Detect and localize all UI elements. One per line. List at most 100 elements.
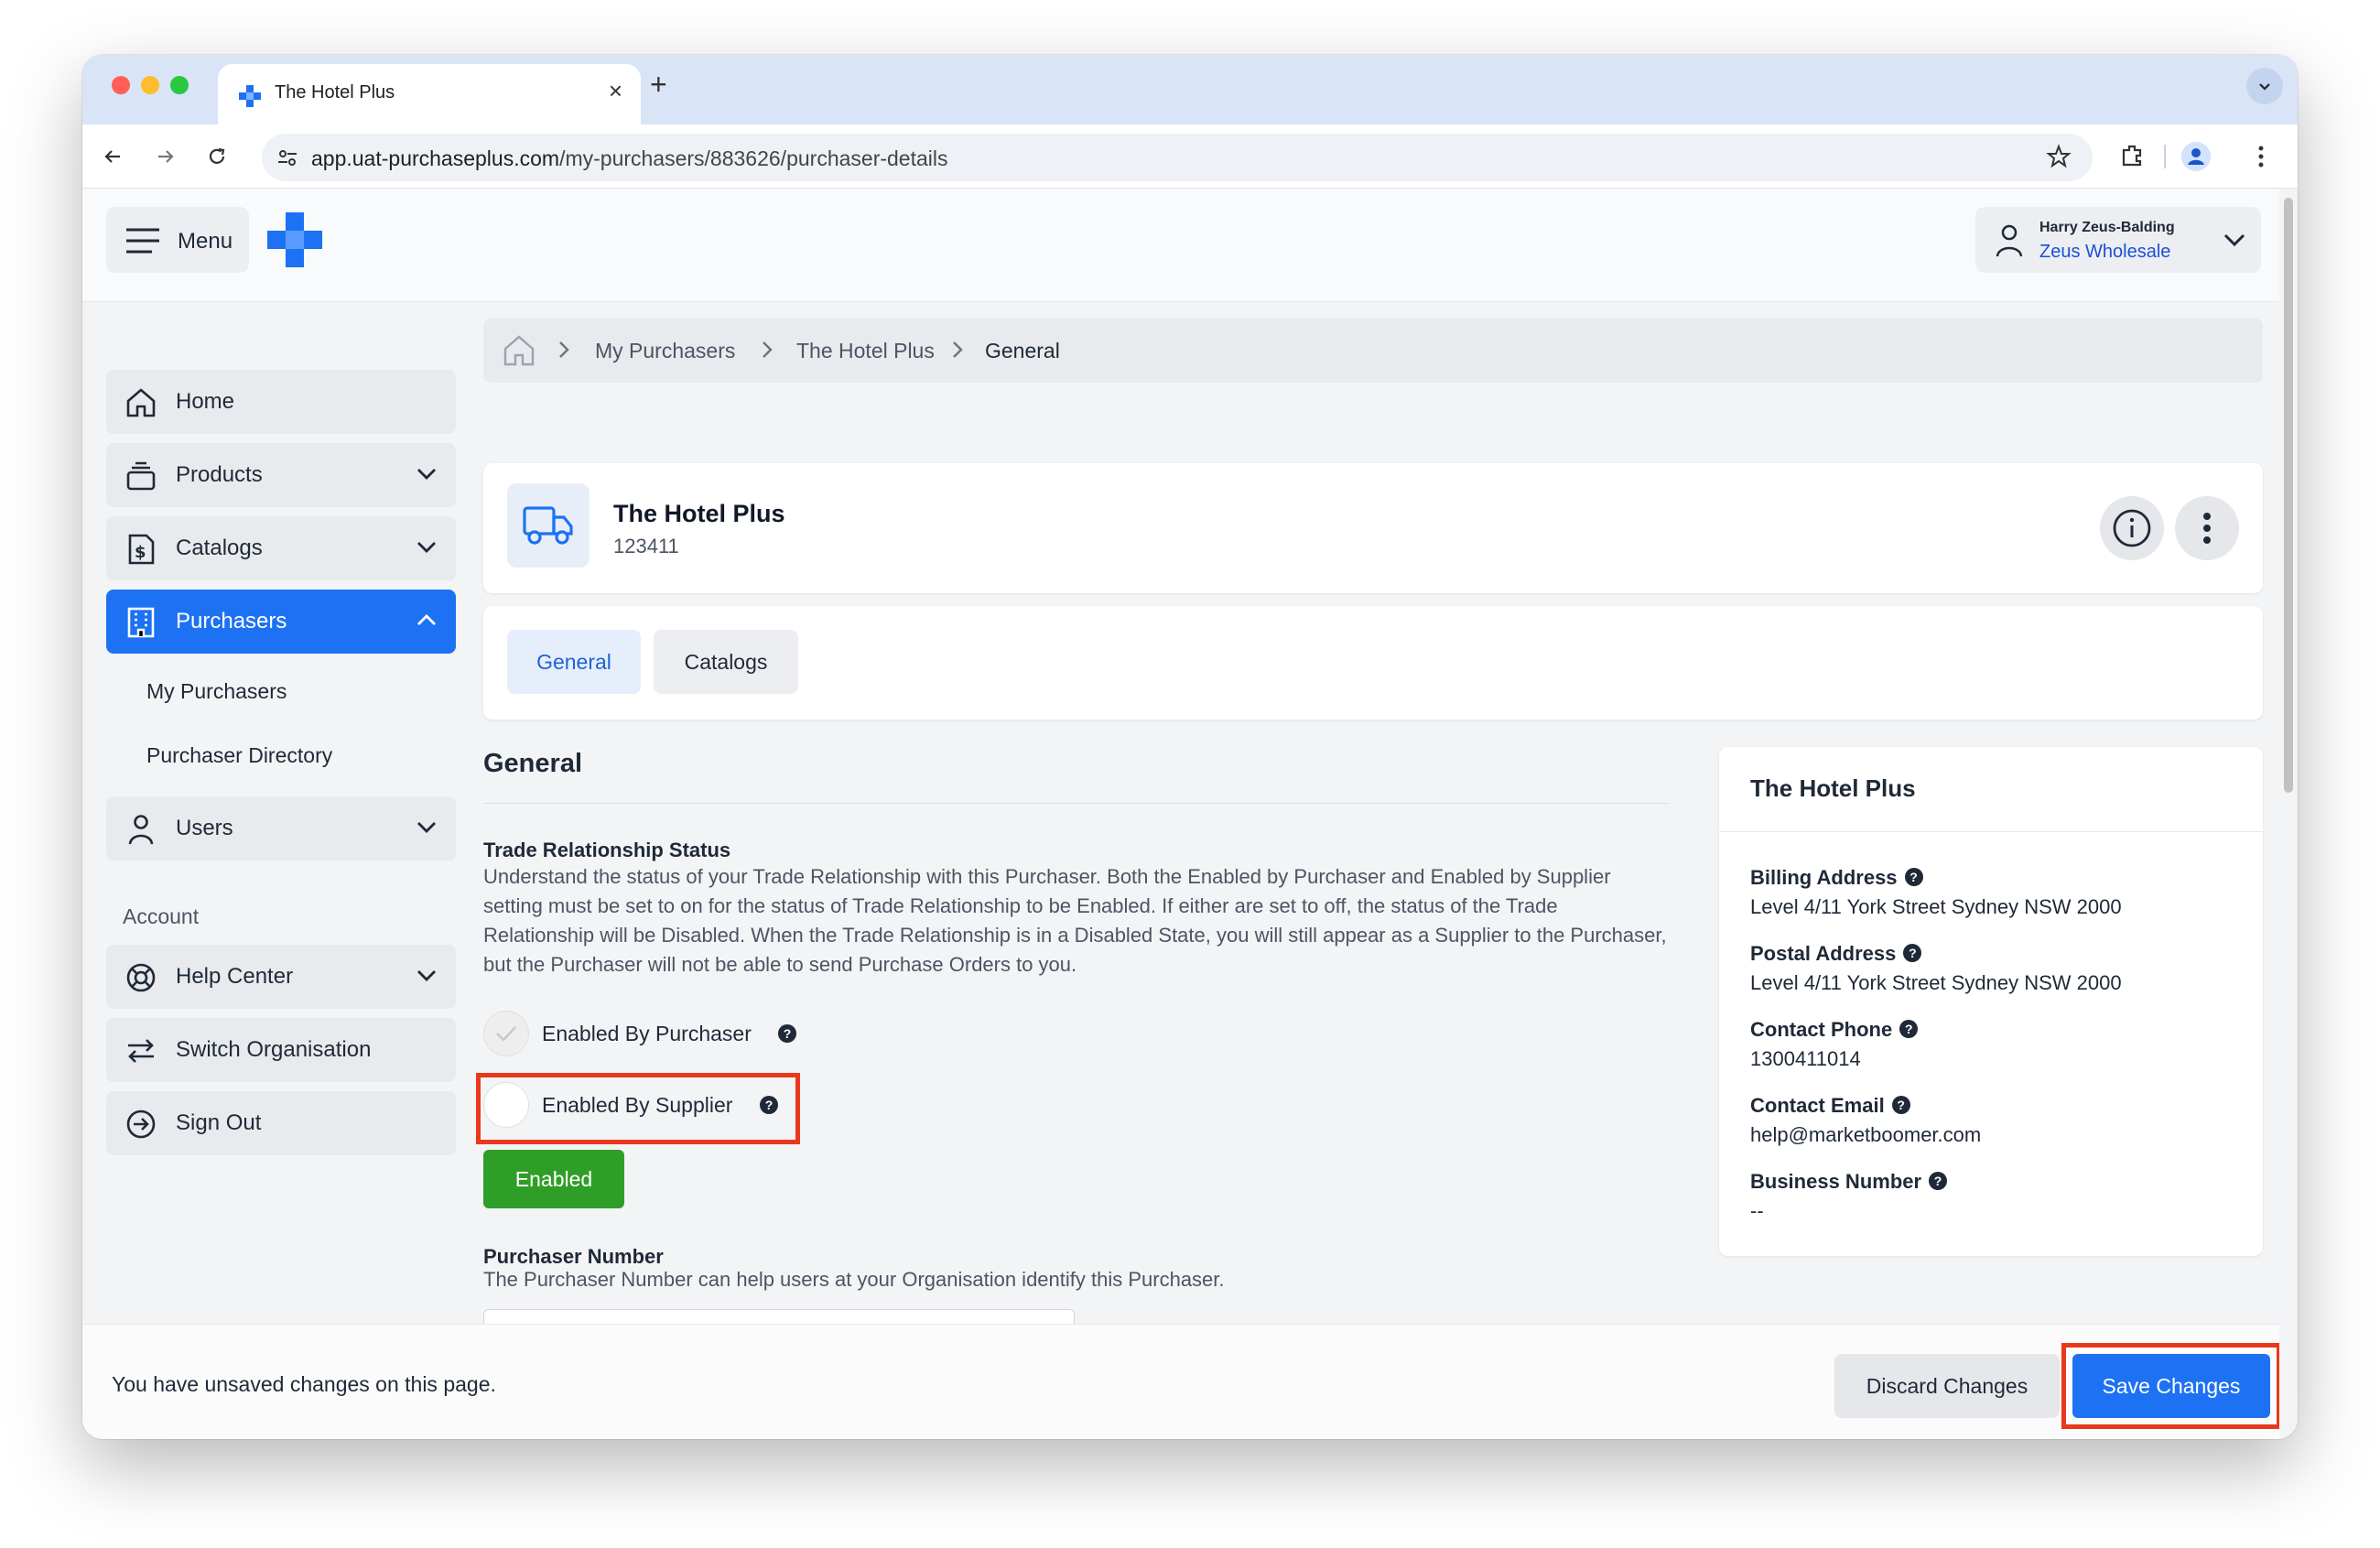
scrollbar-thumb[interactable]	[2284, 198, 2293, 793]
back-button[interactable]	[97, 141, 128, 172]
status-badge: Enabled	[483, 1150, 624, 1208]
help-icon[interactable]: ?	[1904, 868, 1923, 887]
bookmark-star-icon[interactable]	[2045, 143, 2072, 170]
sidebar-item-purchasers[interactable]: Purchasers	[106, 590, 456, 654]
sidebar-item-help-center[interactable]: Help Center	[106, 945, 456, 1009]
enabled-by-supplier-checkbox[interactable]	[483, 1082, 529, 1128]
purchaser-number-description: The Purchaser Number can help users at y…	[483, 1268, 1225, 1291]
chevron-down-icon	[2223, 233, 2245, 247]
home-icon[interactable]	[502, 333, 536, 368]
catalogs-icon: $	[128, 534, 155, 565]
help-icon[interactable]: ?	[1891, 1096, 1910, 1115]
sidebar-item-label: Users	[176, 816, 233, 840]
building-icon	[127, 607, 155, 638]
url-text: app.uat-purchaseplus.com/my-purchasers/8…	[311, 146, 948, 170]
help-icon[interactable]: ?	[1903, 944, 1922, 963]
enabled-by-supplier-label: Enabled By Supplier	[542, 1093, 733, 1117]
sidebar-item-home[interactable]: Home	[106, 370, 456, 434]
browser-window: The Hotel Plus × + app.uat-purchaseplus.…	[82, 55, 2298, 1439]
chevron-down-icon	[417, 542, 436, 553]
breadcrumb-the-hotel-plus[interactable]: The Hotel Plus	[796, 339, 935, 363]
truck-icon	[523, 506, 573, 545]
forward-button[interactable]	[150, 141, 181, 172]
postal-address-value: Level 4/11 York Street Sydney NSW 2000	[1750, 971, 2122, 994]
sidebar-item-catalogs[interactable]: $ Catalogs	[106, 516, 456, 580]
maximize-window-button[interactable]	[170, 76, 189, 94]
help-icon[interactable]: ?	[1899, 1020, 1919, 1039]
sidebar-item-users[interactable]: Users	[106, 796, 456, 861]
sidebar-subitem-purchaser-directory[interactable]: Purchaser Directory	[146, 743, 332, 768]
sign-out-icon	[126, 1110, 156, 1139]
help-icon[interactable]: ?	[760, 1096, 778, 1114]
user-menu-button[interactable]: Harry Zeus-Balding Zeus Wholesale	[1975, 207, 2261, 273]
profile-avatar-icon[interactable]	[2180, 141, 2212, 172]
user-icon	[128, 815, 154, 845]
user-name: Harry Zeus-Balding	[2039, 220, 2175, 235]
switch-icon	[128, 1039, 154, 1063]
more-options-button[interactable]	[2175, 496, 2239, 560]
help-icon[interactable]: ?	[778, 1024, 796, 1043]
sidebar-item-sign-out[interactable]: Sign Out	[106, 1091, 456, 1155]
lifebuoy-icon	[126, 963, 156, 992]
sidebar-item-label: Home	[176, 389, 235, 414]
tab-general[interactable]: General	[507, 630, 641, 694]
page-scrollbar[interactable]	[2279, 189, 2298, 1439]
sidebar-item-switch-organisation[interactable]: Switch Organisation	[106, 1018, 456, 1082]
section-divider	[483, 803, 1670, 804]
truck-icon-box	[507, 483, 590, 568]
products-icon	[126, 461, 156, 491]
site-settings-icon[interactable]	[275, 145, 300, 170]
arrow-left-icon	[104, 150, 120, 163]
tab-title: The Hotel Plus	[275, 82, 395, 103]
breadcrumb-general: General	[985, 339, 1060, 363]
menu-label: Menu	[178, 229, 233, 254]
postal-address-label: Postal Address?	[1750, 942, 1922, 966]
sidebar-item-label: Products	[176, 462, 263, 487]
close-window-button[interactable]	[112, 76, 130, 94]
svg-text:$: $	[135, 543, 146, 562]
browser-tab[interactable]: The Hotel Plus ×	[218, 64, 641, 124]
info-card-divider	[1719, 831, 2263, 832]
sidebar-subitem-my-purchasers[interactable]: My Purchasers	[146, 679, 287, 704]
chevron-down-icon	[417, 970, 436, 981]
reload-button[interactable]	[201, 141, 233, 172]
sidebar-item-products[interactable]: Products	[106, 443, 456, 507]
billing-address-value: Level 4/11 York Street Sydney NSW 2000	[1750, 895, 2122, 918]
sidebar-item-label: Catalogs	[176, 536, 263, 560]
chevron-right-icon	[763, 341, 773, 358]
menu-button[interactable]: Menu	[106, 207, 249, 273]
tab-catalogs[interactable]: Catalogs	[654, 630, 798, 694]
save-changes-button[interactable]: Save Changes	[2072, 1354, 2270, 1418]
favicon-icon	[239, 85, 261, 107]
contact-email-label: Contact Email?	[1750, 1094, 1910, 1118]
purchaser-info-card: The Hotel Plus Billing Address? Level 4/…	[1719, 747, 2263, 1256]
enabled-by-purchaser-label: Enabled By Purchaser	[542, 1022, 752, 1045]
tab-strip: The Hotel Plus × +	[82, 55, 2298, 124]
chevron-right-icon	[559, 341, 569, 358]
purchaser-code: 123411	[613, 535, 679, 557]
trade-relationship-title: Trade Relationship Status	[483, 839, 731, 861]
close-tab-icon[interactable]: ×	[609, 77, 622, 105]
check-icon	[496, 1026, 516, 1042]
unsaved-changes-bar: You have unsaved changes on this page. D…	[82, 1324, 2281, 1439]
business-number-value: --	[1750, 1199, 1764, 1222]
unsaved-changes-message: You have unsaved changes on this page.	[112, 1372, 496, 1396]
tab-search-button[interactable]	[2246, 68, 2283, 104]
info-button[interactable]	[2100, 496, 2164, 560]
purchaser-name: The Hotel Plus	[613, 500, 785, 527]
trade-relationship-description: Understand the status of your Trade Rela…	[483, 865, 1667, 976]
browser-menu-icon[interactable]	[2252, 141, 2270, 172]
home-icon	[126, 388, 156, 417]
minimize-window-button[interactable]	[141, 76, 159, 94]
breadcrumb-my-purchasers[interactable]: My Purchasers	[595, 339, 735, 363]
billing-address-label: Billing Address?	[1750, 866, 1923, 890]
enabled-by-purchaser-checkbox[interactable]	[483, 1011, 529, 1056]
reload-icon	[209, 147, 225, 164]
help-icon[interactable]: ?	[1929, 1172, 1948, 1191]
discard-changes-button[interactable]: Discard Changes	[1834, 1354, 2060, 1418]
purchaseplus-logo[interactable]	[267, 212, 322, 267]
extensions-icon[interactable]	[2118, 141, 2147, 170]
address-bar[interactable]: app.uat-purchaseplus.com/my-purchasers/8…	[262, 134, 2093, 181]
hamburger-icon	[126, 228, 159, 254]
new-tab-icon[interactable]: +	[650, 68, 667, 102]
